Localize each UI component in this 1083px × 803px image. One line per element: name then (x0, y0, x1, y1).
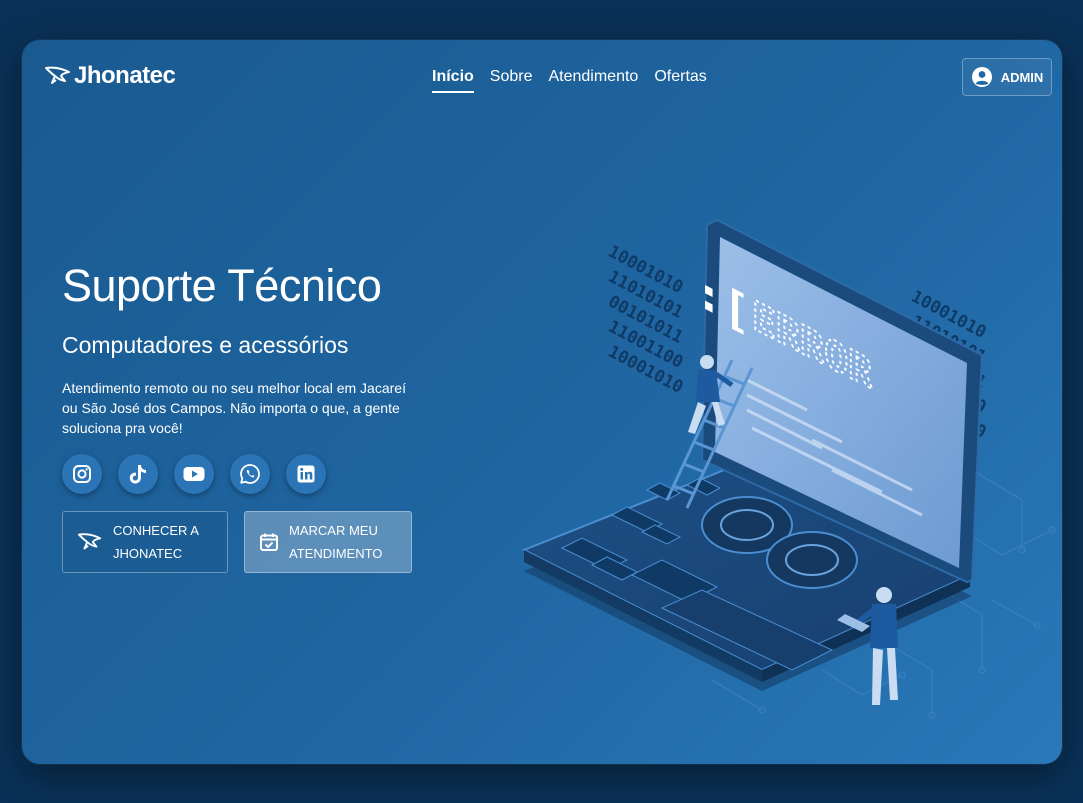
calendar-check-icon (260, 533, 278, 551)
youtube-link[interactable] (174, 454, 214, 494)
user-circle-icon (971, 67, 992, 87)
whatsapp-link[interactable] (230, 454, 270, 494)
main-card: Jhonatec Início Sobre Atendimento Oferta… (22, 40, 1062, 764)
schedule-button[interactable]: MARCAR MEU ATENDIMENTO (244, 511, 412, 573)
schedule-button-label: MARCAR MEU ATENDIMENTO (289, 523, 383, 561)
nav-item-sobre[interactable]: Sobre (490, 68, 533, 93)
about-button-label: CONHECER A JHONATEC (113, 523, 199, 561)
admin-label: ADMIN (1000, 69, 1044, 85)
instagram-link[interactable] (62, 454, 102, 494)
brand-logo[interactable]: Jhonatec (44, 62, 176, 90)
whatsapp-icon (240, 464, 260, 484)
binary-left: 10001010 11010101 00101011 11001100 1000… (605, 242, 687, 398)
tiktok-link[interactable] (118, 454, 158, 494)
main-nav: Início Sobre Atendimento Ofertas (432, 68, 707, 93)
bird-logo-icon (45, 66, 70, 84)
about-button[interactable]: CONHECER A JHONATEC (62, 511, 228, 573)
instagram-icon (73, 465, 91, 483)
brand-name: Jhonatec (74, 62, 176, 89)
laptop-error-illustration: 10001010 11010101 00101011 11001100 1000… (521, 218, 1056, 719)
hero-description: Atendimento remoto ou no seu melhor loca… (62, 380, 406, 436)
admin-button[interactable]: ADMIN (962, 58, 1052, 96)
tiktok-icon (129, 465, 146, 484)
youtube-icon (183, 467, 205, 481)
social-links (62, 454, 326, 494)
nav-item-atendimento[interactable]: Atendimento (548, 68, 638, 93)
bird-logo-icon (77, 533, 102, 550)
hero-subtitle: Computadores e acessórios (62, 332, 349, 358)
linkedin-icon (297, 465, 315, 483)
nav-item-ofertas[interactable]: Ofertas (654, 68, 706, 93)
nav-item-inicio[interactable]: Início (432, 68, 474, 93)
linkedin-link[interactable] (286, 454, 326, 494)
hero-title: Suporte Técnico (62, 260, 382, 311)
